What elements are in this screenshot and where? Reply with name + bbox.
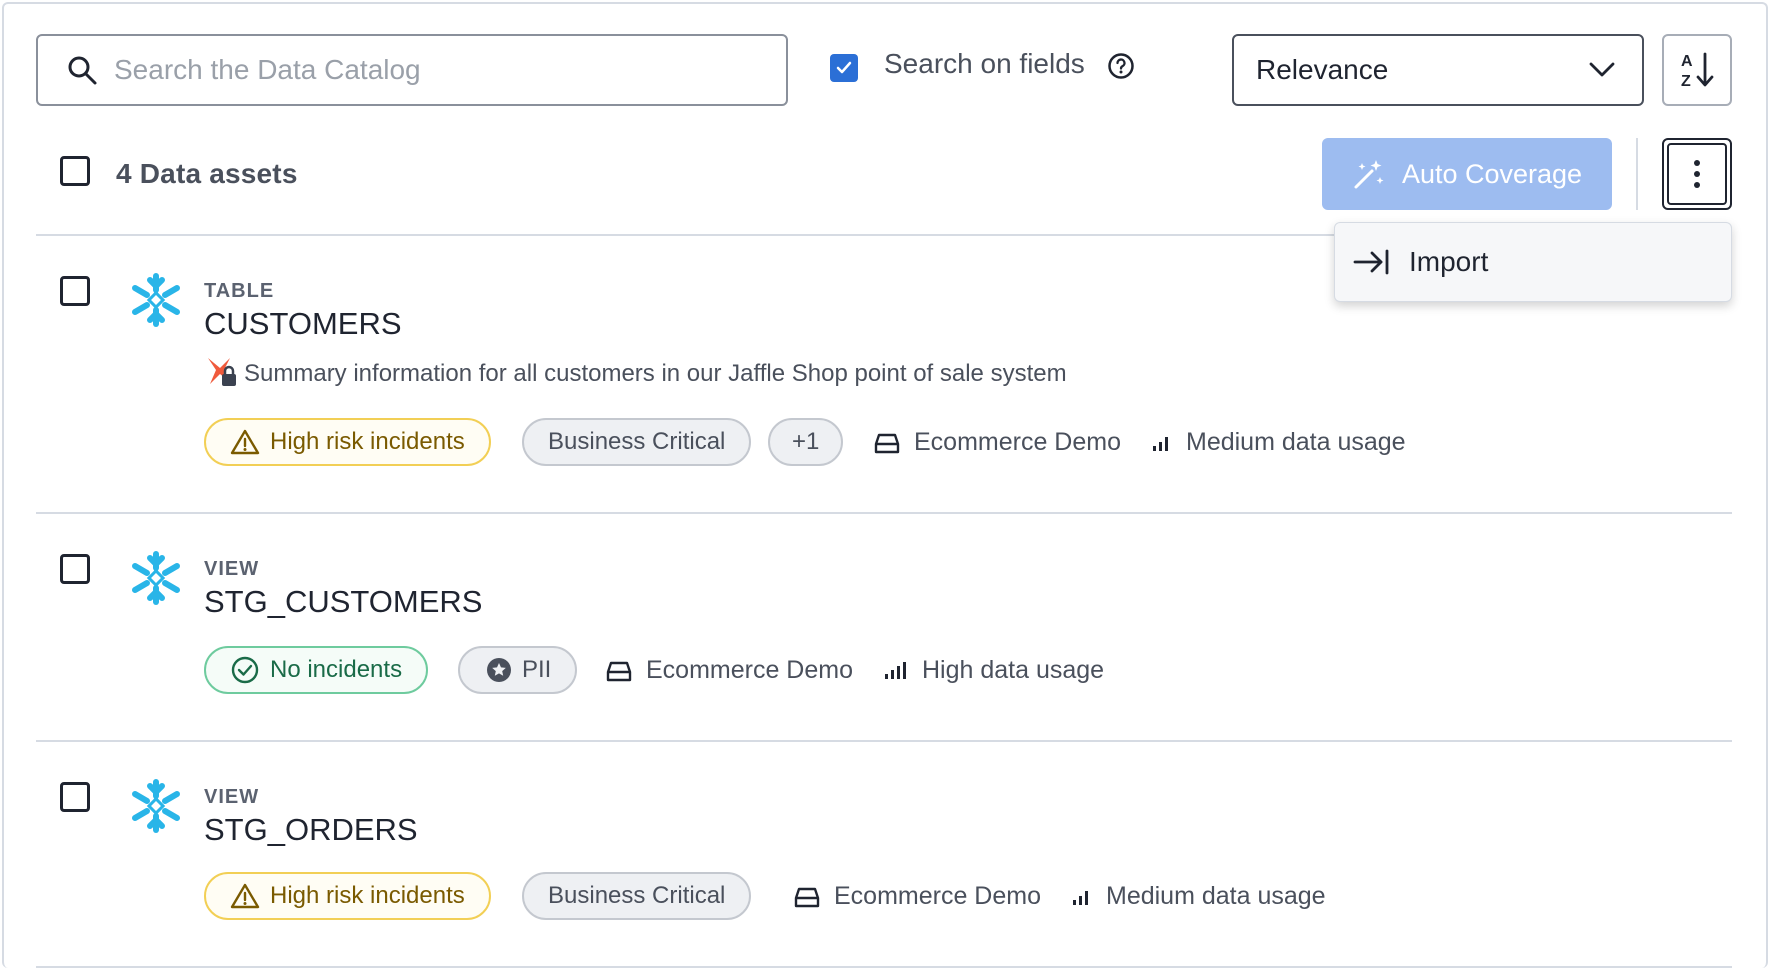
divider (36, 512, 1732, 514)
asset-source[interactable]: Ecommerce Demo (606, 656, 853, 685)
search-input[interactable] (114, 54, 754, 86)
divider (36, 966, 1732, 968)
database-drive-icon (606, 661, 632, 681)
tag-label: +1 (792, 428, 820, 455)
help-icon[interactable] (1107, 52, 1135, 80)
incident-label: High risk incidents (270, 428, 465, 455)
warning-icon (230, 429, 260, 455)
check-circle-icon (231, 656, 259, 684)
toolbar-divider (1636, 138, 1638, 210)
tag-label: Business Critical (548, 428, 726, 455)
incident-badge[interactable]: High risk incidents (204, 872, 491, 920)
auto-coverage-button[interactable]: Auto Coverage (1322, 138, 1612, 210)
svg-text:A: A (1681, 53, 1693, 70)
dbt-icon (208, 358, 236, 386)
asset-name[interactable]: CUSTOMERS (204, 306, 402, 342)
svg-text:Z: Z (1681, 73, 1691, 90)
tag-badge[interactable]: PII (458, 646, 578, 694)
usage-label: High data usage (922, 656, 1105, 684)
sort-select-value: Relevance (1256, 54, 1389, 85)
asset-type: VIEW (204, 558, 260, 580)
menu-item-import[interactable]: Import (1409, 246, 1488, 278)
asset-type: VIEW (204, 786, 260, 808)
asset-checkbox[interactable] (60, 554, 90, 584)
asset-usage: Medium data usage (1152, 428, 1406, 457)
asset-name[interactable]: STG_ORDERS (204, 812, 418, 848)
divider (36, 740, 1732, 742)
search-on-fields-label[interactable]: Search on fields (884, 48, 1085, 80)
asset-name[interactable]: STG_CUSTOMERS (204, 584, 482, 620)
search-box[interactable] (36, 34, 788, 106)
asset-checkbox[interactable] (60, 782, 90, 812)
select-all-checkbox[interactable] (60, 156, 90, 186)
incident-badge[interactable]: No incidents (204, 646, 429, 694)
tag-badge[interactable]: Business Critical (522, 418, 752, 466)
check-icon (836, 61, 852, 74)
more-tags-badge[interactable]: +1 (768, 418, 844, 466)
signal-bars-icon (1073, 890, 1088, 905)
star-badge-icon (487, 658, 511, 682)
snowflake-icon (132, 551, 180, 605)
asset-source[interactable]: Ecommerce Demo (874, 428, 1121, 457)
source-label: Ecommerce Demo (914, 428, 1121, 456)
sort-az-icon: A Z (1681, 52, 1714, 90)
vertical-dots-icon (1694, 160, 1700, 188)
snowflake-icon (132, 273, 180, 327)
signal-bars-icon (1153, 436, 1168, 451)
search-icon (68, 56, 97, 85)
sort-direction-button[interactable]: A Z (1662, 34, 1732, 106)
incident-label: No incidents (270, 656, 403, 683)
incident-label: High risk incidents (270, 882, 465, 909)
auto-coverage-label: Auto Coverage (1401, 158, 1583, 189)
usage-label: Medium data usage (1186, 428, 1406, 456)
asset-type: TABLE (204, 280, 275, 302)
more-actions-button[interactable] (1662, 138, 1732, 210)
asset-description: Summary information for all customers in… (244, 360, 1067, 387)
chevron-down-icon (1589, 62, 1615, 77)
incident-badge[interactable]: High risk incidents (204, 418, 491, 466)
asset-usage: High data usage (884, 656, 1104, 685)
tag-badge[interactable]: Business Critical (522, 872, 752, 920)
snowflake-icon (132, 779, 180, 833)
asset-usage: Medium data usage (1072, 882, 1326, 911)
tag-label: Business Critical (548, 882, 726, 909)
signal-bars-icon (885, 661, 906, 679)
assets-count: 4 Data assets (116, 158, 298, 189)
sort-select[interactable]: Relevance (1232, 34, 1644, 106)
more-actions-menu: Import (1334, 222, 1732, 302)
warning-icon (230, 883, 260, 909)
asset-source[interactable]: Ecommerce Demo (794, 882, 1041, 911)
magic-wand-icon (1354, 160, 1384, 189)
usage-label: Medium data usage (1106, 882, 1326, 910)
source-label: Ecommerce Demo (646, 656, 853, 684)
source-label: Ecommerce Demo (834, 882, 1041, 910)
database-drive-icon (874, 433, 900, 453)
asset-checkbox[interactable] (60, 276, 90, 306)
search-on-fields-checkbox[interactable] (830, 54, 858, 82)
import-arrow-icon (1353, 249, 1389, 275)
database-drive-icon (794, 887, 820, 907)
tag-label: PII (522, 656, 552, 683)
